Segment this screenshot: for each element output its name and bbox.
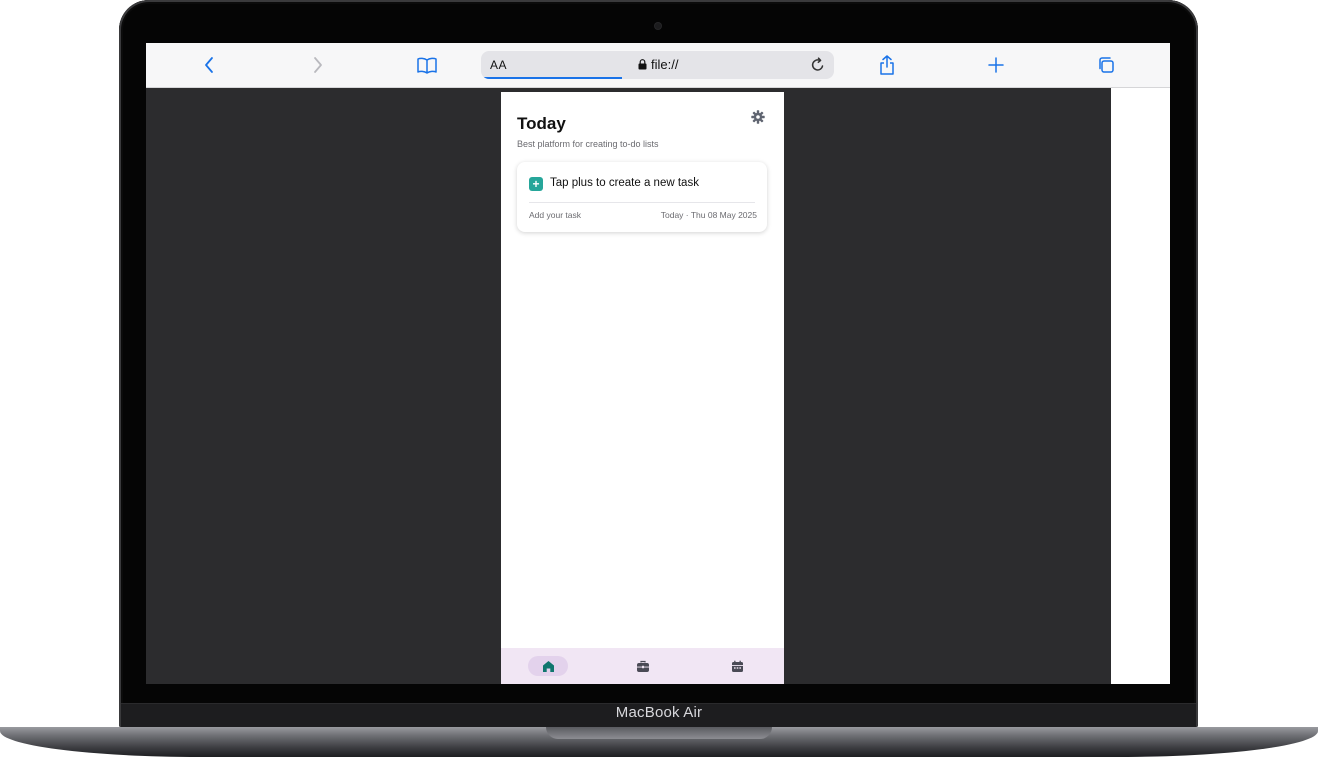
lock-icon (638, 59, 647, 70)
todo-app: Today Best platform for creating to-do l… (501, 92, 784, 684)
load-progress-bar (481, 77, 623, 79)
briefcase-icon (637, 660, 649, 672)
nav-calendar[interactable] (717, 656, 757, 676)
browser-window: AA file:// Today Best platform for creat… (146, 43, 1170, 684)
tabs-button[interactable] (1092, 51, 1120, 79)
task-prompt: Tap plus to create a new task (550, 177, 699, 189)
tabs-icon (1099, 57, 1114, 73)
calendar-icon (731, 660, 743, 672)
book-icon (417, 57, 437, 74)
task-date: Today · Thu 08 May 2025 (660, 210, 757, 220)
add-task-label: Add your task (529, 210, 581, 220)
reader-button[interactable]: AA (490, 58, 507, 72)
new-tab-button[interactable] (982, 51, 1010, 79)
reload-icon (811, 57, 824, 71)
card-divider (529, 202, 755, 203)
page-edge (1111, 88, 1170, 684)
laptop-notch (546, 727, 772, 739)
share-button[interactable] (873, 51, 901, 79)
task-card[interactable]: + Tap plus to create a new task Add your… (517, 162, 767, 232)
url-display[interactable]: file:// (638, 57, 678, 72)
plus-icon (988, 57, 1004, 73)
add-task-button[interactable]: + (529, 177, 543, 191)
back-button[interactable] (195, 51, 223, 79)
url-text: file:// (651, 57, 679, 72)
forward-button[interactable] (304, 51, 332, 79)
address-bar[interactable]: AA file:// (481, 51, 834, 79)
bookmarks-button[interactable] (413, 51, 441, 79)
bottom-nav (501, 648, 784, 684)
browser-toolbar: AA file:// (146, 43, 1170, 88)
chevron-right-icon (314, 57, 322, 73)
plus-icon: + (532, 177, 540, 191)
chevron-left-icon (205, 57, 213, 73)
nav-briefcase[interactable] (623, 656, 663, 676)
camera-icon (655, 23, 661, 29)
share-icon (880, 55, 894, 75)
nav-home[interactable] (528, 656, 568, 676)
gear-icon (751, 110, 765, 124)
settings-button[interactable] (750, 109, 766, 125)
home-icon (542, 660, 554, 672)
model-label: MacBook Air (615, 704, 703, 721)
page-subtitle: Best platform for creating to-do lists (517, 139, 659, 149)
web-content: Today Best platform for creating to-do l… (146, 88, 1170, 684)
page-title: Today (517, 114, 566, 133)
reload-button[interactable] (808, 55, 828, 75)
